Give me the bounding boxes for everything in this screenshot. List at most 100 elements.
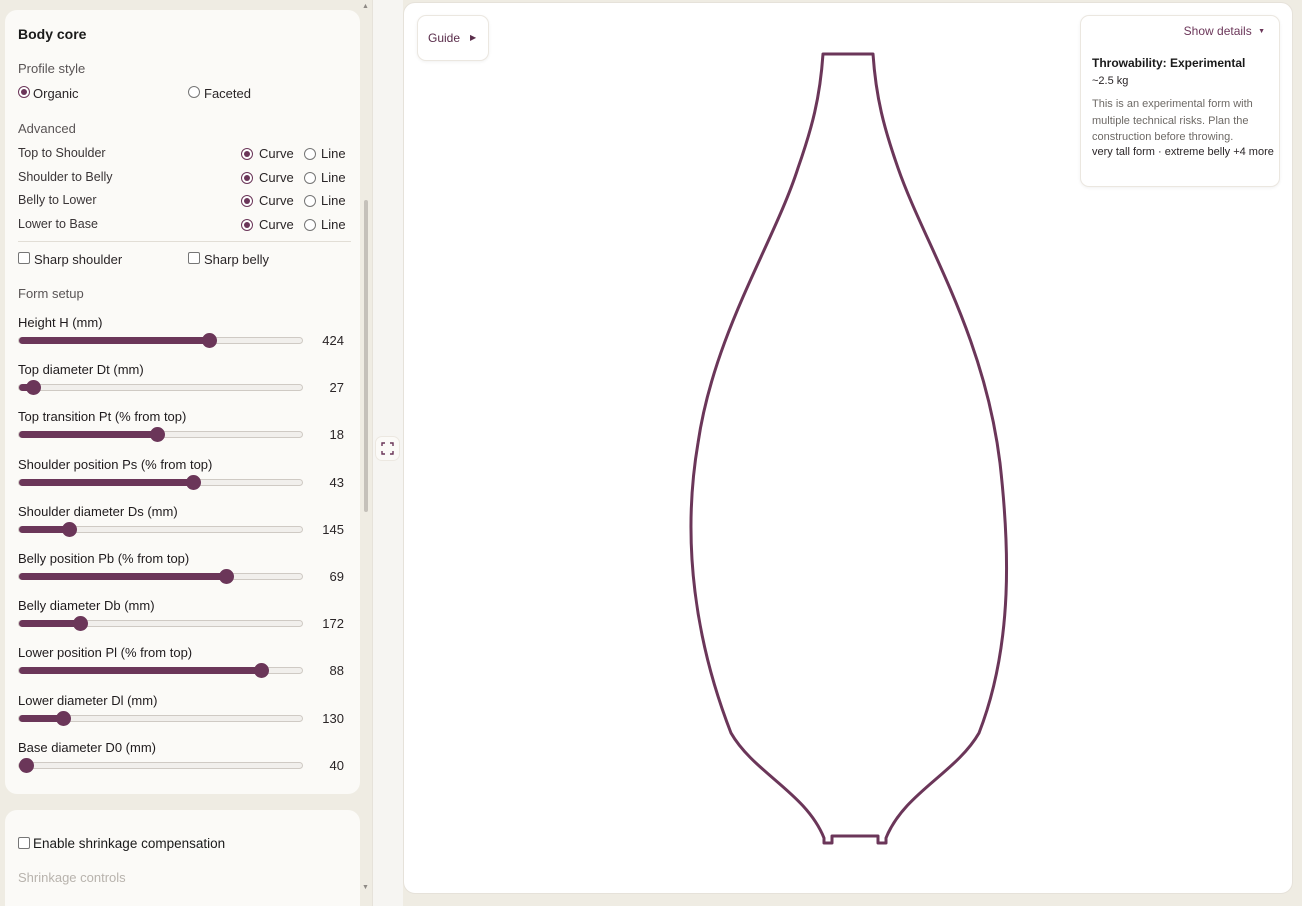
curve-label: Curve (259, 193, 294, 208)
shrinkage-panel: Enable shrinkage compensation Shrinkage … (5, 810, 360, 906)
line-radio[interactable] (304, 172, 316, 184)
slider-value: 130 (322, 711, 344, 726)
expand-icon (381, 442, 394, 455)
radio-indicator[interactable] (18, 86, 30, 98)
line-radio[interactable] (304, 219, 316, 231)
slider-value: 145 (322, 522, 344, 537)
slider-thumb[interactable] (19, 758, 34, 773)
checkbox-box[interactable] (18, 837, 30, 849)
slider-thumb[interactable] (219, 569, 234, 584)
slider-fill (19, 573, 226, 580)
slider-thumb[interactable] (26, 380, 41, 395)
advanced-row-label: Belly to Lower (18, 193, 97, 207)
curve-radio[interactable] (241, 195, 253, 207)
slider-value: 88 (329, 663, 344, 678)
profile-organic-radio[interactable]: Organic (18, 86, 138, 102)
form-setup-label: Form setup (18, 286, 84, 301)
profile-style-label: Profile style (18, 61, 86, 76)
checkbox-box[interactable] (18, 252, 30, 264)
slider-thumb[interactable] (186, 475, 201, 490)
slider-label: Lower position Pl (% from top) (18, 645, 193, 660)
slider-label: Lower diameter Dl (mm) (18, 693, 158, 708)
slider-thumb[interactable] (202, 333, 217, 348)
slider-thumb[interactable] (62, 522, 77, 537)
slider-value: 43 (329, 475, 344, 490)
scrollbar-thumb[interactable] (364, 200, 368, 512)
curve-radio[interactable] (241, 219, 253, 231)
slider-label: Belly position Pb (% from top) (18, 551, 190, 566)
scroll-up-arrow-icon[interactable]: ▲ (362, 3, 369, 10)
preview-canvas: Guide ▶ Show details ▼ Throwability: Exp… (403, 2, 1293, 894)
slider-label: Base diameter D0 (mm) (18, 740, 156, 755)
slider-fill (19, 667, 261, 674)
advanced-row-lower-base: Lower to Base Curve Line (18, 217, 353, 233)
line-radio[interactable] (304, 195, 316, 207)
slider-thumb[interactable] (254, 663, 269, 678)
slider-value: 424 (322, 333, 344, 348)
vessel-outline (689, 52, 1009, 845)
slider-label: Belly diameter Db (mm) (18, 598, 155, 613)
enable-shrinkage-label: Enable shrinkage compensation (33, 836, 226, 851)
slider-thumb[interactable] (73, 616, 88, 631)
line-label: Line (321, 170, 346, 185)
slider-fill (19, 337, 209, 344)
slider-track[interactable] (18, 522, 303, 537)
slider-track[interactable] (18, 427, 303, 442)
radio-indicator[interactable] (188, 86, 200, 98)
scroll-down-arrow-icon[interactable]: ▼ (362, 884, 369, 891)
slider-fill (19, 620, 80, 627)
sharp-shoulder-checkbox[interactable]: Sharp shoulder (18, 251, 178, 267)
slider-label: Top transition Pt (% from top) (18, 409, 187, 424)
advanced-row-shoulder-belly: Shoulder to Belly Curve Line (18, 170, 353, 186)
slider-fill (19, 479, 193, 486)
sharp-belly-label: Sharp belly (204, 252, 270, 267)
curve-radio[interactable] (241, 148, 253, 160)
sharp-shoulder-label: Sharp shoulder (34, 252, 123, 267)
slider-track[interactable] (18, 380, 303, 395)
slider-thumb[interactable] (56, 711, 71, 726)
curve-label: Curve (259, 146, 294, 161)
curve-label: Curve (259, 170, 294, 185)
line-label: Line (321, 217, 346, 232)
slider-label: Height H (mm) (18, 315, 103, 330)
slider-track[interactable] (18, 333, 303, 348)
shrinkage-controls-label: Shrinkage controls (18, 870, 126, 885)
body-core-panel: Body core Profile style Organic Faceted … (5, 10, 360, 794)
expand-button[interactable] (375, 436, 400, 461)
slider-label: Shoulder position Ps (% from top) (18, 457, 213, 472)
slider-value: 40 (329, 758, 344, 773)
line-label: Line (321, 146, 346, 161)
slider-thumb[interactable] (150, 427, 165, 442)
curve-label: Curve (259, 217, 294, 232)
slider-track[interactable] (18, 569, 303, 584)
slider-track[interactable] (18, 711, 303, 726)
slider-track[interactable] (18, 663, 303, 678)
section-title: Body core (18, 26, 87, 42)
slider-track[interactable] (18, 758, 303, 773)
slider-track[interactable] (18, 616, 303, 631)
slider-fill (19, 431, 157, 438)
slider-label: Shoulder diameter Ds (mm) (18, 504, 178, 519)
sharp-belly-checkbox[interactable]: Sharp belly (188, 251, 348, 267)
divider (18, 241, 351, 242)
advanced-row-top-shoulder: Top to Shoulder Curve Line (18, 146, 353, 162)
profile-faceted-radio[interactable]: Faceted (188, 86, 308, 102)
profile-faceted-label: Faceted (204, 86, 251, 101)
enable-shrinkage-checkbox[interactable]: Enable shrinkage compensation (18, 836, 278, 854)
curve-radio[interactable] (241, 172, 253, 184)
line-label: Line (321, 193, 346, 208)
advanced-row-label: Lower to Base (18, 217, 98, 231)
advanced-row-label: Top to Shoulder (18, 146, 106, 160)
line-radio[interactable] (304, 148, 316, 160)
profile-organic-label: Organic (33, 86, 79, 101)
slider-label: Top diameter Dt (mm) (18, 362, 144, 377)
slider-track[interactable] (18, 475, 303, 490)
advanced-row-belly-lower: Belly to Lower Curve Line (18, 193, 353, 209)
slider-value: 27 (329, 380, 344, 395)
advanced-row-label: Shoulder to Belly (18, 170, 113, 184)
checkbox-box[interactable] (188, 252, 200, 264)
sidebar-scrollbar[interactable]: ▲ ▼ (360, 0, 372, 906)
slider-value: 18 (329, 427, 344, 442)
slider-value: 69 (329, 569, 344, 584)
slider-value: 172 (322, 616, 344, 631)
